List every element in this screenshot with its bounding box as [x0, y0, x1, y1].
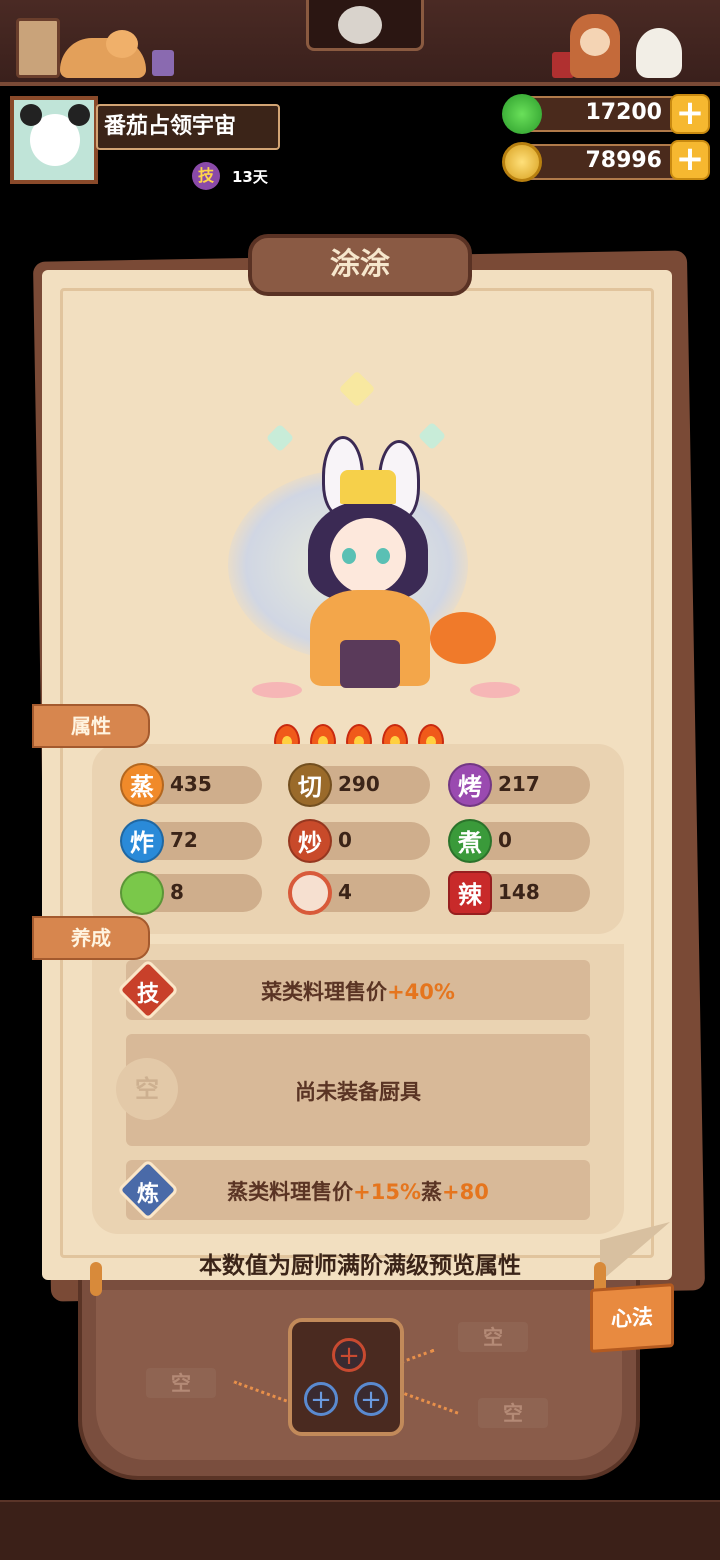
- add-jade-button[interactable]: +: [670, 94, 710, 134]
- stat-value: 72: [170, 828, 198, 852]
- skill-days-label: 13天: [232, 168, 268, 186]
- xinfa-slot-left[interactable]: +: [304, 1382, 338, 1416]
- cabbage-icon: [120, 871, 164, 915]
- empty-slot-label: 空: [458, 1322, 528, 1352]
- stat-value: 217: [498, 772, 540, 796]
- stat-value: 8: [170, 880, 184, 904]
- chef-skirt: [340, 640, 400, 688]
- scroll-pin: [90, 1262, 102, 1296]
- stat-value: 290: [338, 772, 380, 796]
- jade-apple-icon: [502, 94, 542, 134]
- empty-slot-label: 空: [478, 1398, 548, 1428]
- player-avatar[interactable]: [10, 96, 98, 184]
- skill-effect-text: 菜类料理售价+40%: [261, 980, 455, 1004]
- stat-value: 435: [170, 772, 212, 796]
- picture-frame-icon[interactable]: [16, 18, 60, 78]
- cut-icon: 切: [288, 763, 332, 807]
- xinfa-slot-right[interactable]: +: [354, 1382, 388, 1416]
- panda-ear-icon: [20, 104, 42, 126]
- boil-icon: 煮: [448, 819, 492, 863]
- equipment-row[interactable]: 尚未装备厨具: [126, 1034, 590, 1146]
- cultivation-tag: 养成: [32, 916, 150, 960]
- spicy-icon: 辣: [448, 871, 492, 915]
- equipment-text: 尚未装备厨具: [295, 1080, 421, 1104]
- bottom-bar: [0, 1500, 720, 1560]
- skill-icon-label: 技: [136, 982, 159, 1007]
- coin-amount: 78996: [585, 148, 662, 173]
- meat-icon: [288, 871, 332, 915]
- coin-icon: [502, 142, 542, 182]
- chef-crown: [340, 470, 396, 504]
- player-name: 番茄占领宇宙: [96, 104, 280, 150]
- stat-value: 0: [338, 828, 352, 852]
- steam-icon: 蒸: [120, 763, 164, 807]
- chef-eye: [342, 548, 356, 564]
- book-icon: [152, 50, 174, 76]
- chef-name-title: 涂涂: [248, 234, 472, 296]
- skill-row[interactable]: 菜类料理售价+40%: [126, 960, 590, 1020]
- xinfa-tab[interactable]: 心法: [590, 1283, 674, 1353]
- stat-value: 148: [498, 880, 540, 904]
- refine-icon-label: 炼: [136, 1182, 159, 1207]
- refine-row[interactable]: 蒸类料理售价+15%蒸+80: [126, 1160, 590, 1220]
- xinfa-slot-top[interactable]: +: [332, 1338, 366, 1372]
- stat-value: 4: [338, 880, 352, 904]
- fry-icon: 炸: [120, 819, 164, 863]
- lotus-icon: [252, 682, 302, 698]
- xinfa-core-slot[interactable]: [288, 1318, 404, 1436]
- npc-girl-icon[interactable]: [570, 14, 620, 78]
- empty-equipment-slot[interactable]: 空: [116, 1058, 178, 1120]
- panda-ear-icon: [68, 104, 90, 126]
- chef-eye: [376, 548, 390, 564]
- attributes-tag: 属性: [32, 704, 150, 748]
- jade-amount: 17200: [585, 100, 662, 125]
- stat-value: 0: [498, 828, 512, 852]
- add-coins-button[interactable]: +: [670, 140, 710, 180]
- refine-effect-text: 蒸类料理售价+15%蒸+80: [227, 1180, 489, 1204]
- roast-icon: 烤: [448, 763, 492, 807]
- stir-fry-icon: 炒: [288, 819, 332, 863]
- npc-cat-icon[interactable]: [636, 28, 682, 78]
- empty-slot-label: 空: [146, 1368, 216, 1398]
- raccoon-decoration-icon: [338, 6, 382, 44]
- sleeping-cat-icon: [60, 30, 146, 78]
- lotus-icon: [470, 682, 520, 698]
- cat-lantern-icon: [430, 612, 496, 664]
- skill-badge-icon[interactable]: 技: [192, 162, 220, 190]
- preview-note: 本数值为厨师满阶满级预览属性: [199, 1253, 521, 1279]
